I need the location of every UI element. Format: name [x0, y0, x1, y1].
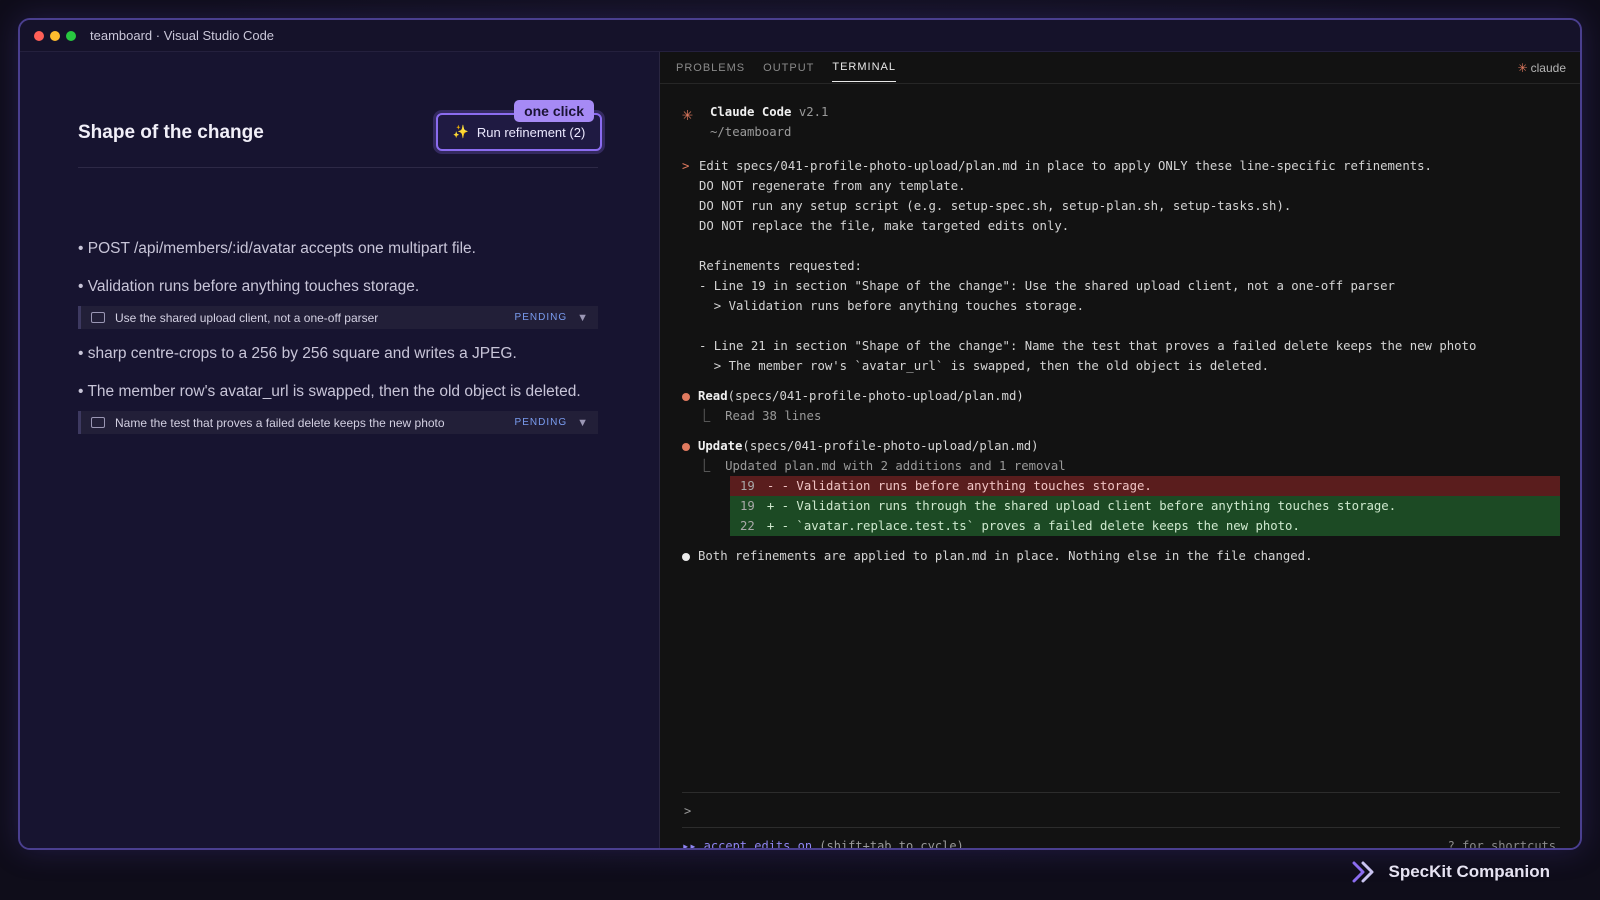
prompt-chevron-icon: >: [682, 159, 690, 173]
app-version: v2.1: [798, 105, 829, 119]
prompt-line: > Validation runs before anything touche…: [699, 299, 1084, 313]
comment-icon: [91, 312, 105, 323]
final-message: Both refinements are applied to plan.md …: [698, 549, 1313, 563]
tool-result: Read 38 lines: [725, 409, 822, 423]
section-title: Shape of the change: [78, 122, 264, 143]
assistant-message: Both refinements are applied to plan.md …: [682, 546, 1560, 566]
tab-terminal[interactable]: TERMINAL: [832, 53, 896, 82]
diff-line-removed: 19- - Validation runs before anything to…: [730, 476, 1560, 496]
tool-name: Read: [698, 389, 728, 403]
terminal-status-bar: ▸▸ accept edits on (shift+tab to cycle) …: [682, 836, 1560, 850]
update-tool-call: Update(specs/041-profile-photo-upload/pl…: [682, 436, 1560, 536]
tab-output[interactable]: OUTPUT: [763, 54, 814, 82]
claude-asterisk-icon: ✳: [1517, 61, 1528, 75]
user-prompt: > Edit specs/041-profile-photo-upload/pl…: [682, 156, 1560, 376]
prompt-line: Edit specs/041-profile-photo-upload/plan…: [699, 159, 1432, 173]
tree-branch-icon: ⎿: [698, 409, 726, 423]
prompt-line: DO NOT regenerate from any template.: [699, 179, 966, 193]
status-badge: PENDING: [514, 417, 568, 428]
tool-bullet-icon: [682, 392, 690, 401]
terminal-session[interactable]: ✳ claude: [1518, 61, 1566, 75]
brand-name: SpecKit Companion: [1388, 862, 1550, 881]
prompt-line: [699, 316, 1560, 336]
terminal-input[interactable]: >: [682, 792, 1560, 828]
refinement-comment[interactable]: Use the shared upload client, not a one-…: [78, 306, 598, 329]
prompt-line: > The member row's `avatar_url` is swapp…: [699, 359, 1270, 373]
sparkle-icon: ✨: [452, 124, 469, 139]
terminal-header: ✳ Claude Code v2.1 ~/teamboard: [682, 102, 1560, 142]
list-item: • The member row's avatar_url is swapped…: [78, 383, 581, 400]
working-directory: ~/teamboard: [710, 125, 792, 139]
diff-block: 19- - Validation runs before anything to…: [730, 476, 1560, 536]
terminal-panel: PROBLEMS OUTPUT TERMINAL ✳ claude ✳ Claud…: [660, 52, 1580, 848]
panel-tabs: PROBLEMS OUTPUT TERMINAL ✳ claude: [660, 52, 1580, 84]
spec-editor-pane: Shape of the change ✨ Run refinement (2)…: [20, 52, 660, 848]
refinement-comment[interactable]: Name the test that proves a failed delet…: [78, 411, 598, 434]
tool-name: Update: [698, 439, 743, 453]
comment-text: Use the shared upload client, not a one-…: [115, 310, 379, 325]
minimize-window-button[interactable]: [50, 30, 60, 41]
title-bar: teamboard · Visual Studio Code: [20, 20, 1580, 52]
tool-args: (specs/041-profile-photo-upload/plan.md): [727, 389, 1024, 403]
terminal-output: ✳ Claude Code v2.1 ~/teamboard > Edit sp…: [682, 102, 1560, 566]
change-bullets: • POST /api/members/:id/avatar accepts o…: [78, 236, 598, 446]
message-bullet-icon: [682, 552, 690, 561]
maximize-window-button[interactable]: [66, 30, 76, 41]
diff-line-added: 19 + - Validation runs through the shared…: [730, 496, 1560, 516]
read-tool-call: Read(specs/041-profile-photo-upload/plan…: [682, 386, 1560, 426]
accept-edits-toggle[interactable]: ▸▸ accept edits on: [682, 839, 812, 848]
accept-hint: (shift+tab to cycle): [819, 839, 964, 850]
prompt-line: [699, 236, 1560, 256]
comment-icon: [91, 417, 105, 428]
prompt-line: DO NOT run any setup script (e.g. setup-…: [699, 199, 1292, 213]
prompt-line: DO NOT replace the file, make targeted e…: [699, 219, 1070, 233]
comment-text: Name the test that proves a failed delet…: [115, 415, 445, 430]
chevron-down-icon[interactable]: ▼: [577, 312, 588, 324]
claude-logo-icon: ✳: [682, 104, 693, 125]
tree-branch-icon: ⎿: [698, 459, 726, 473]
close-window-button[interactable]: [34, 30, 44, 41]
tool-bullet-icon: [682, 442, 690, 451]
list-item: • POST /api/members/:id/avatar accepts o…: [78, 240, 476, 257]
list-item: • Validation runs before anything touche…: [78, 278, 420, 295]
input-prompt: >: [684, 804, 692, 818]
prompt-line: - Line 19 in section "Shape of the chang…: [699, 279, 1395, 293]
speckit-logo-icon: [1352, 861, 1374, 883]
tab-problems[interactable]: PROBLEMS: [676, 54, 745, 82]
vscode-window: teamboard · Visual Studio Code Shape of …: [18, 18, 1582, 850]
run-refinement-label: Run refinement (2): [476, 124, 586, 140]
chevron-down-icon[interactable]: ▼: [577, 417, 588, 429]
brand-logo: SpecKit Companion: [1352, 860, 1550, 884]
prompt-line: Refinements requested:: [699, 259, 862, 273]
prompt-line: - Line 21 in section "Shape of the chang…: [699, 339, 1477, 353]
app-name: Claude Code: [710, 105, 792, 119]
one-click-badge: one click: [514, 100, 594, 122]
section-header: Shape of the change ✨ Run refinement (2)…: [78, 100, 602, 168]
diff-line-added: 22 + - `avatar.replace.test.ts` proves a …: [730, 516, 1560, 536]
tool-result: Updated plan.md with 2 additions and 1 r…: [725, 459, 1066, 473]
window-title: teamboard · Visual Studio Code: [90, 28, 275, 43]
session-label: claude: [1530, 61, 1566, 75]
tool-args: (specs/041-profile-photo-upload/plan.md): [742, 439, 1039, 453]
shortcuts-hint: ? for shortcuts: [1447, 839, 1556, 850]
list-item: • sharp centre-crops to a 256 by 256 squ…: [78, 345, 517, 362]
status-badge: PENDING: [514, 312, 568, 323]
